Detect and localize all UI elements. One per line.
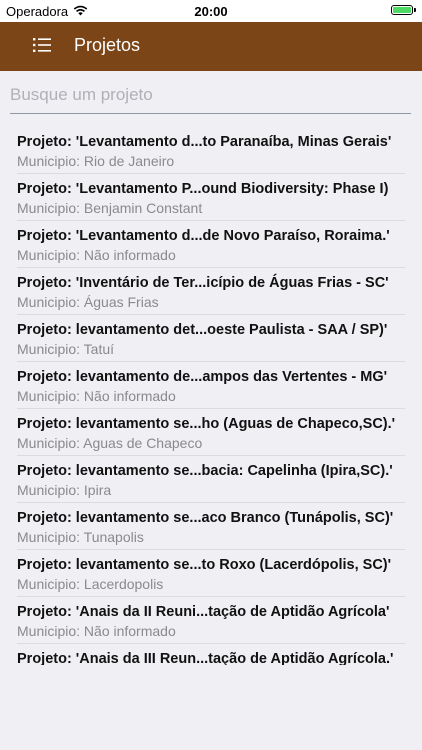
search-bar — [10, 80, 411, 114]
search-input[interactable] — [10, 80, 411, 110]
list-item[interactable]: Projeto: levantamento det...oeste Paulis… — [17, 315, 405, 362]
list-item[interactable]: Projeto: 'Anais da II Reuni...tação de A… — [17, 597, 405, 644]
project-municipality: Municipio: Ipira — [17, 482, 112, 498]
project-title: Projeto: 'Levantamento P...ound Biodiver… — [17, 181, 389, 197]
list-item[interactable]: Projeto: 'Levantamento P...ound Biodiver… — [17, 174, 405, 221]
list-item[interactable]: Projeto: 'Inventário de Ter...icípio de … — [17, 268, 405, 315]
project-title: Projeto: levantamento se...to Roxo (Lace… — [17, 557, 392, 573]
project-title: Projeto: 'Levantamento d...de Novo Paraí… — [17, 228, 390, 244]
project-title: Projeto: 'Anais da II Reuni...tação de A… — [17, 604, 390, 620]
project-title: Projeto: 'Anais da III Reun...tação de A… — [17, 651, 394, 665]
navigation-bar: Projetos — [0, 22, 422, 71]
project-title: Projeto: levantamento se...ho (Aguas de … — [17, 416, 396, 432]
project-title: Projeto: levantamento de...ampos das Ver… — [17, 369, 388, 385]
project-municipality: Municipio: Lacerdopolis — [17, 576, 164, 592]
project-title: Projeto: levantamento se...bacia: Capeli… — [17, 463, 393, 479]
project-title: Projeto: 'Inventário de Ter...icípio de … — [17, 275, 389, 291]
list-item[interactable]: Projeto: levantamento se...ho (Aguas de … — [17, 409, 405, 456]
list-item[interactable]: Projeto: levantamento de...ampos das Ver… — [17, 362, 405, 409]
list-item[interactable]: Projeto: 'Anais da III Reun...tação de A… — [17, 644, 405, 665]
project-municipality: Municipio: Rio de Janeiro — [17, 153, 175, 169]
list-item[interactable]: Projeto: 'Levantamento d...to Paranaíba,… — [17, 127, 405, 174]
project-municipality: Municipio: Benjamin Constant — [17, 200, 203, 216]
list-item[interactable]: Projeto: levantamento se...to Roxo (Lace… — [17, 550, 405, 597]
project-title: Projeto: levantamento se...aco Branco (T… — [17, 510, 394, 526]
list-item[interactable]: Projeto: levantamento se...bacia: Capeli… — [17, 456, 405, 503]
project-municipality: Municipio: Não informado — [17, 247, 176, 263]
battery-icon — [391, 5, 416, 15]
menu-icon[interactable] — [33, 37, 51, 53]
status-bar: Operadora 20:00 — [0, 0, 422, 22]
project-title: Projeto: 'Levantamento d...to Paranaíba,… — [17, 134, 392, 150]
project-municipality: Municipio: Tunapolis — [17, 529, 144, 545]
page-title: Projetos — [74, 35, 141, 55]
project-list: Projeto: 'Levantamento d...to Paranaíba,… — [0, 127, 422, 665]
list-item[interactable]: Projeto: 'Levantamento d...de Novo Paraí… — [17, 221, 405, 268]
project-municipality: Municipio: Águas Frias — [17, 294, 159, 310]
project-municipality: Municipio: Tatuí — [17, 341, 115, 357]
project-municipality: Municipio: Não informado — [17, 388, 176, 404]
project-municipality: Municipio: Não informado — [17, 623, 176, 639]
list-item[interactable]: Projeto: levantamento se...aco Branco (T… — [17, 503, 405, 550]
project-municipality: Municipio: Aguas de Chapeco — [17, 435, 203, 451]
project-title: Projeto: levantamento det...oeste Paulis… — [17, 322, 388, 338]
status-time: 20:00 — [194, 4, 228, 19]
